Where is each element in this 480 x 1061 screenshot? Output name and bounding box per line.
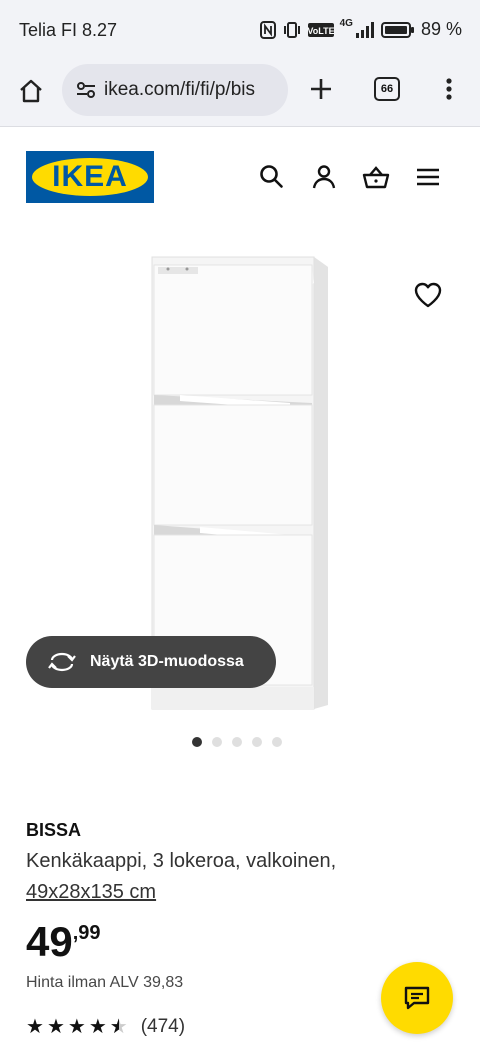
carousel-dot-4[interactable]	[252, 737, 262, 747]
svg-text:VoLTE: VoLTE	[308, 26, 334, 36]
rotate-3d-icon	[48, 652, 76, 672]
price-integer: 49	[26, 918, 73, 965]
star-icon: ★	[46, 1016, 65, 1038]
logo-text: IKEA	[52, 160, 128, 193]
product-measurements-link[interactable]: 49x28x135 cm	[26, 881, 156, 904]
view-3d-label: Näytä 3D-muodossa	[90, 653, 244, 670]
network-type: 4G	[339, 18, 353, 29]
price-without-vat: Hinta ilman ALV 39,83	[26, 974, 184, 991]
volte-icon: VoLTE	[307, 22, 334, 37]
product-description: Kenkäkaappi, 3 lokeroa, valkoinen,	[26, 850, 337, 872]
battery-icon	[380, 21, 414, 38]
tabs-button[interactable]: 66	[370, 72, 404, 106]
star-icon: ★	[88, 1016, 107, 1038]
browser-menu-button[interactable]	[432, 72, 466, 106]
battery-level: 89 %	[420, 19, 462, 39]
tab-count: 66	[374, 77, 400, 101]
review-count: (474)	[140, 1016, 186, 1037]
carousel-dot-3[interactable]	[232, 737, 242, 747]
carousel-dot-2[interactable]	[212, 737, 222, 747]
plus-icon	[311, 79, 331, 99]
view-3d-button[interactable]: Näytä 3D-muodossa	[26, 636, 276, 688]
signal-icon	[355, 21, 374, 38]
star-icon: ★	[26, 1016, 44, 1038]
product-price: 49,99	[26, 918, 101, 966]
search-icon[interactable]	[258, 163, 286, 191]
chat-button[interactable]	[381, 962, 453, 1034]
home-button[interactable]	[14, 74, 48, 108]
site-header: IKEA	[0, 127, 480, 227]
carousel-indicator	[192, 737, 282, 747]
star-icon: ★	[67, 1016, 86, 1038]
product-name: BISSA	[26, 820, 82, 840]
product-gallery[interactable]: Näytä 3D-muodossa	[0, 227, 480, 727]
status-bar: Telia FI 8.27 VoLTE 4G 89 %	[0, 0, 480, 60]
carrier-time: Telia FI 8.27	[19, 20, 118, 40]
favourite-heart-icon[interactable]	[413, 280, 443, 310]
home-icon	[20, 79, 42, 103]
price-decimals: ,99	[72, 922, 101, 944]
address-bar[interactable]: ikea.com/fi/fi/p/bis	[62, 64, 288, 116]
product-rating[interactable]: ★ ★ ★ ★ ★★ (474)	[26, 1016, 185, 1038]
half-star-icon: ★★	[109, 1016, 128, 1038]
basket-icon[interactable]	[362, 163, 390, 191]
new-tab-button[interactable]	[304, 72, 338, 106]
nfc-icon	[259, 20, 276, 39]
ikea-logo[interactable]: IKEA	[26, 151, 154, 203]
browser-toolbar: ikea.com/fi/fi/p/bis 66	[0, 60, 480, 127]
carousel-dot-5[interactable]	[272, 737, 282, 747]
status-icons: VoLTE 4G 89 %	[259, 18, 462, 40]
carousel-dot-1[interactable]	[192, 737, 202, 747]
site-settings-icon[interactable]	[76, 81, 96, 99]
vibrate-icon	[283, 21, 300, 38]
menu-icon[interactable]	[414, 163, 442, 191]
url-text: ikea.com/fi/fi/p/bis	[104, 79, 255, 100]
profile-icon[interactable]	[310, 163, 338, 191]
chat-bubble-icon	[404, 986, 430, 1010]
more-vert-icon	[446, 78, 452, 100]
